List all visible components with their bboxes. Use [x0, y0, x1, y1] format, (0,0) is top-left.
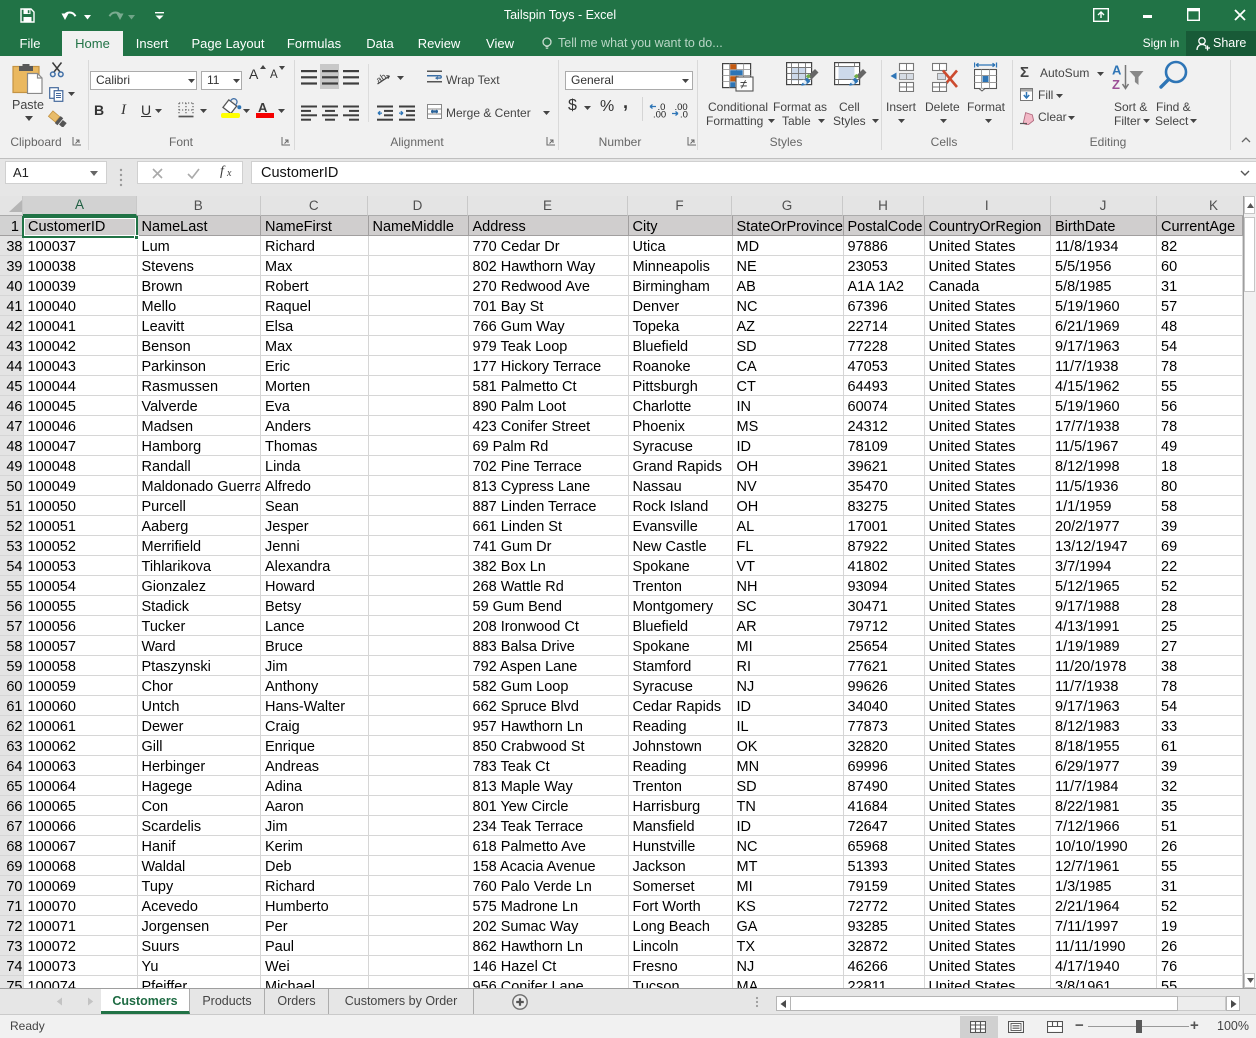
svg-text:.00: .00 — [653, 110, 666, 119]
svg-text:.0: .0 — [680, 110, 688, 119]
svg-text:A: A — [1112, 63, 1122, 78]
svg-text:ab: ab — [376, 71, 388, 85]
svg-text:Z: Z — [1112, 77, 1120, 92]
svg-text:≠: ≠ — [740, 77, 747, 92]
